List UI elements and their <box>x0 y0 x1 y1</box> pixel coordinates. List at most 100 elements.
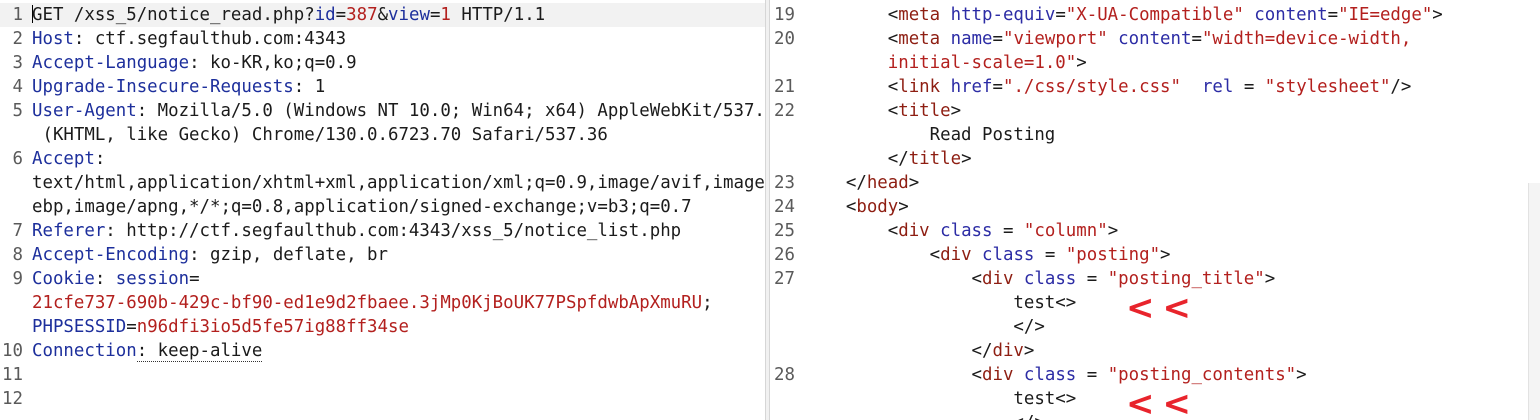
token-eq: ; <box>702 293 713 313</box>
line-number: 12 <box>2 389 23 409</box>
code-line[interactable]: 11 <box>0 363 765 387</box>
token-name: Connection <box>32 341 137 361</box>
token-text: : ko-KR,ko;q=0.9 <box>189 53 357 73</box>
code-line[interactable]: Read Posting <box>770 123 1540 147</box>
code-line[interactable]: 21 <link href="./css/style.css" rel = "s… <box>770 75 1540 99</box>
token-punc: > <box>1160 245 1171 265</box>
token-name: User-Agent <box>32 101 137 121</box>
line-content: Connection: keep-alive <box>32 339 263 363</box>
code-line[interactable]: text/html,application/xhtml+xml,applicat… <box>0 171 765 195</box>
line-content: Upgrade-Insecure-Requests: 1 <box>32 75 325 99</box>
token-punc: = <box>1233 77 1265 97</box>
token-punc <box>1244 5 1254 25</box>
line-content: test<> <box>804 291 1076 315</box>
code-line[interactable]: 10 Connection: keep-alive <box>0 339 765 363</box>
token-text: : ctf.segfaulthub.com:4343 <box>73 29 347 49</box>
token-attr: content <box>1254 5 1328 25</box>
line-content: Accept-Encoding: gzip, deflate, br <box>32 243 388 267</box>
token-attr: class <box>1023 365 1077 385</box>
code-line[interactable]: 6 Accept: <box>0 147 765 171</box>
line-content: Read Posting <box>804 123 1056 147</box>
code-line[interactable]: 3 Accept-Language: ko-KR,ko;q=0.9 <box>0 51 765 75</box>
line-content: <meta http-equiv="X-UA-Compatible" conte… <box>804 3 1443 27</box>
token-punc: = <box>992 77 1003 97</box>
response-viewer[interactable]: </> test<>28 <div class = "posting_conte… <box>770 0 1540 420</box>
token-text: ebp,image/apng,*/*;q=0.8,application/sig… <box>32 197 692 217</box>
code-line[interactable]: 23 </head> <box>770 171 1540 195</box>
line-number <box>0 291 23 315</box>
line-number: 26 <box>774 245 795 265</box>
token-tag: link <box>898 77 941 97</box>
token-punc: > <box>908 173 920 193</box>
token-tag: div <box>940 245 972 265</box>
token-text: </> <box>804 413 1044 420</box>
line-content: </div> <box>804 339 1035 363</box>
line-content: text/html,application/xhtml+xml,applicat… <box>32 171 765 195</box>
token-val: 21cfe737-690b-429c-bf90-ed1e9d2fbaee.3jM… <box>32 293 703 313</box>
code-line[interactable]: PHPSESSID=n96dfi3io5d5fe57ig88ff34se <box>0 315 765 339</box>
token-tag: div <box>898 221 930 241</box>
token-punc: > <box>1296 365 1307 385</box>
code-line[interactable]: initial-scale=1.0"> <box>770 51 1540 75</box>
line-content: <link href="./css/style.css" rel = "styl… <box>804 75 1412 99</box>
line-number: 10 <box>2 341 23 361</box>
line-number <box>0 123 23 147</box>
code-line[interactable]: 5 User-Agent: Mozilla/5.0 (Windows NT 10.… <box>0 99 765 123</box>
token-text: GET /xss_5/notice_read.php? <box>32 5 315 25</box>
token-val: "./css/style.css" <box>1002 77 1181 97</box>
code-line[interactable]: 22 <title> <box>770 99 1540 123</box>
line-content: <body> <box>804 195 909 219</box>
red-annotation-arrow: << <box>1126 288 1199 328</box>
token-eq: & <box>377 5 389 25</box>
token-punc: < <box>804 221 899 241</box>
line-content: test<> <box>804 387 1076 411</box>
token-name: Cookie <box>32 269 95 289</box>
code-line[interactable]: 8 Accept-Encoding: gzip, deflate, br <box>0 243 765 267</box>
token-punc <box>930 221 940 241</box>
token-punc: = <box>1034 245 1066 265</box>
code-line[interactable]: 21cfe737-690b-429c-bf90-ed1e9d2fbaee.3jM… <box>0 291 765 315</box>
line-number: 9 <box>12 269 23 289</box>
response-scrollbar[interactable] <box>1528 183 1540 420</box>
token-punc: = <box>992 29 1003 49</box>
code-line[interactable]: </div> <box>770 339 1540 363</box>
token-text: : <box>94 149 106 169</box>
line-number: 1 <box>12 5 23 25</box>
red-annotation-arrow: << <box>1126 384 1199 420</box>
token-punc <box>972 245 982 265</box>
code-line[interactable]: 2 Host: ctf.segfaulthub.com:4343 <box>0 27 765 51</box>
code-line[interactable]: 4 Upgrade-Insecure-Requests: 1 <box>0 75 765 99</box>
line-content: Cookie: session= <box>32 267 200 291</box>
line-number: 2 <box>12 29 23 49</box>
token-punc <box>1108 29 1118 49</box>
code-line[interactable]: 25 <div class = "column"> <box>770 219 1540 243</box>
code-line[interactable]: 19 <meta http-equiv="X-UA-Compatible" co… <box>770 3 1540 27</box>
token-name: id <box>314 5 336 25</box>
code-line[interactable]: 24 <body> <box>770 195 1540 219</box>
token-attr: class <box>982 245 1035 265</box>
code-line[interactable]: (KHTML, like Gecko) Chrome/130.0.6723.70… <box>0 123 765 147</box>
code-line[interactable]: </title> <box>770 147 1540 171</box>
token-punc <box>940 77 950 97</box>
line-content: ebp,image/apng,*/*;q=0.8,application/sig… <box>32 195 692 219</box>
token-text: test<> <box>804 389 1077 409</box>
token-punc: > <box>1107 221 1119 241</box>
token-punc: > <box>1432 5 1443 25</box>
token-punc: < <box>804 365 982 385</box>
code-line[interactable]: 9 Cookie: session= <box>0 267 765 291</box>
line-number <box>770 315 795 339</box>
code-line[interactable]: 20 <meta name="viewport" content="width=… <box>770 27 1540 51</box>
line-number <box>0 315 23 339</box>
line-content: <title> <box>804 99 961 123</box>
code-line[interactable]: 1 GET /xss_5/notice_read.php?id=387&view=… <box>0 3 765 27</box>
code-line[interactable]: ebp,image/apng,*/*;q=0.8,application/sig… <box>0 195 765 219</box>
code-line[interactable]: 12 <box>0 387 765 411</box>
token-tag: meta <box>898 5 941 25</box>
line-number <box>770 147 795 171</box>
token-text: text/html,application/xhtml+xml,applicat… <box>32 173 765 193</box>
request-editor[interactable]: 12 11 10 Connection: keep-alive PHPSESSID=n9… <box>0 0 765 420</box>
token-punc: < <box>804 269 982 289</box>
code-line[interactable]: 7 Referer: http://ctf.segfaulthub.com:434… <box>0 219 765 243</box>
code-line[interactable]: 26 <div class = "posting"> <box>770 243 1540 267</box>
line-number: 23 <box>774 173 795 193</box>
